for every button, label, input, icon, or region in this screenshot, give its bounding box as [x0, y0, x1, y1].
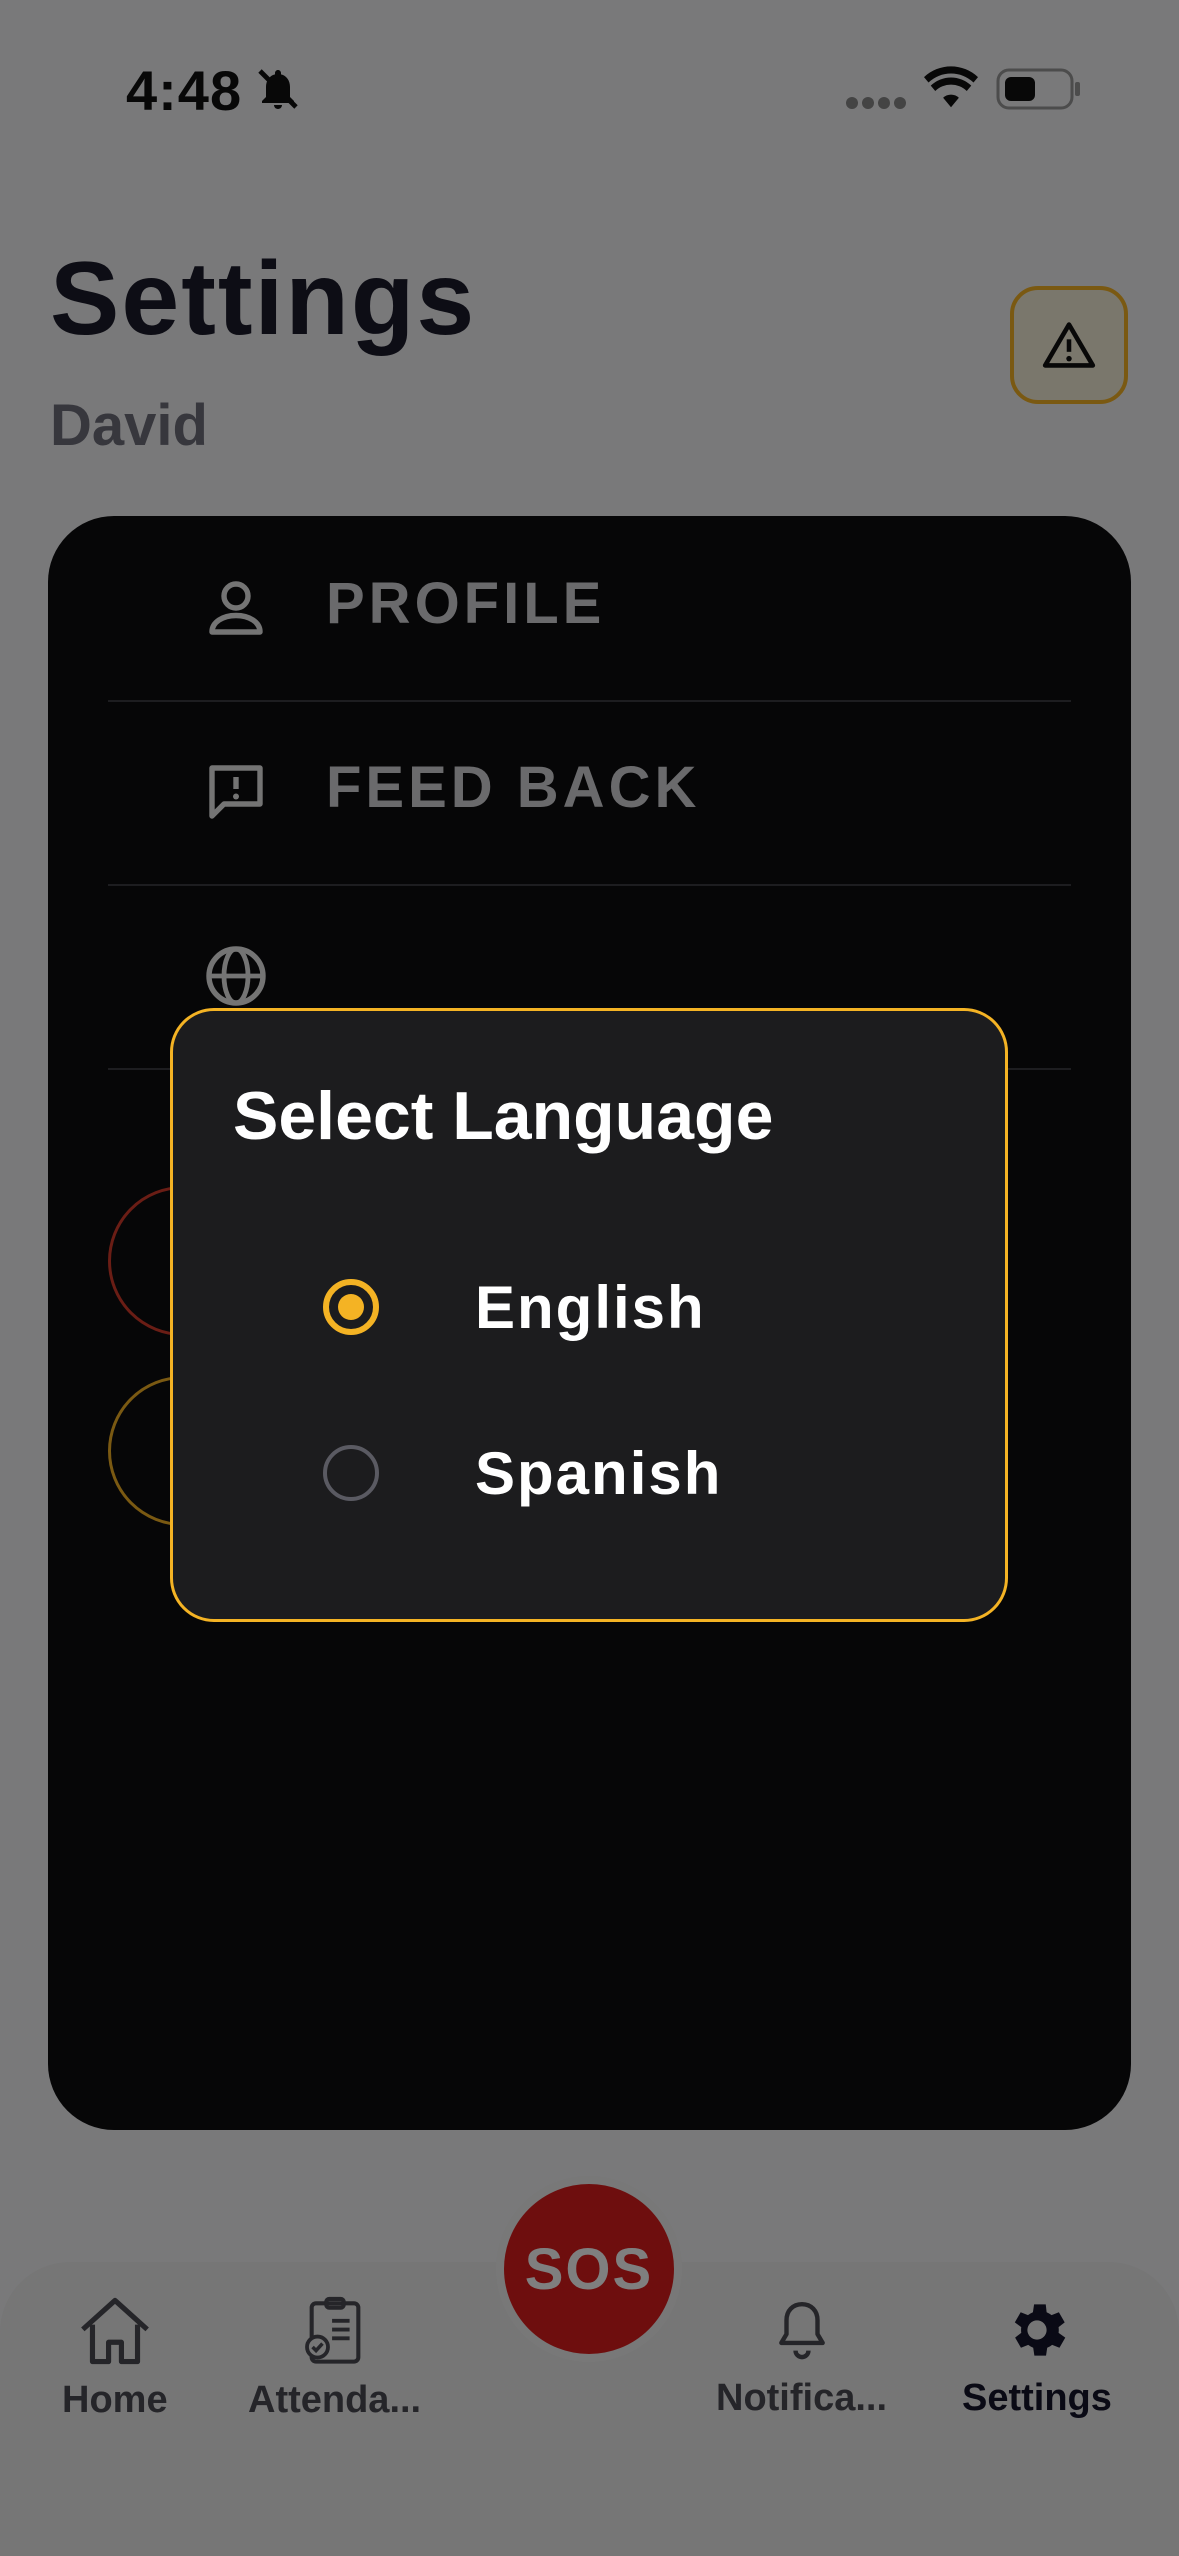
- dialog-title: Select Language: [233, 1078, 774, 1154]
- radio-checked[interactable]: [323, 1279, 379, 1335]
- language-dialog: Select Language English Spanish: [170, 1008, 1008, 1622]
- option-label: English: [475, 1274, 706, 1341]
- option-label: Spanish: [475, 1440, 723, 1507]
- radio-unchecked[interactable]: [323, 1445, 379, 1501]
